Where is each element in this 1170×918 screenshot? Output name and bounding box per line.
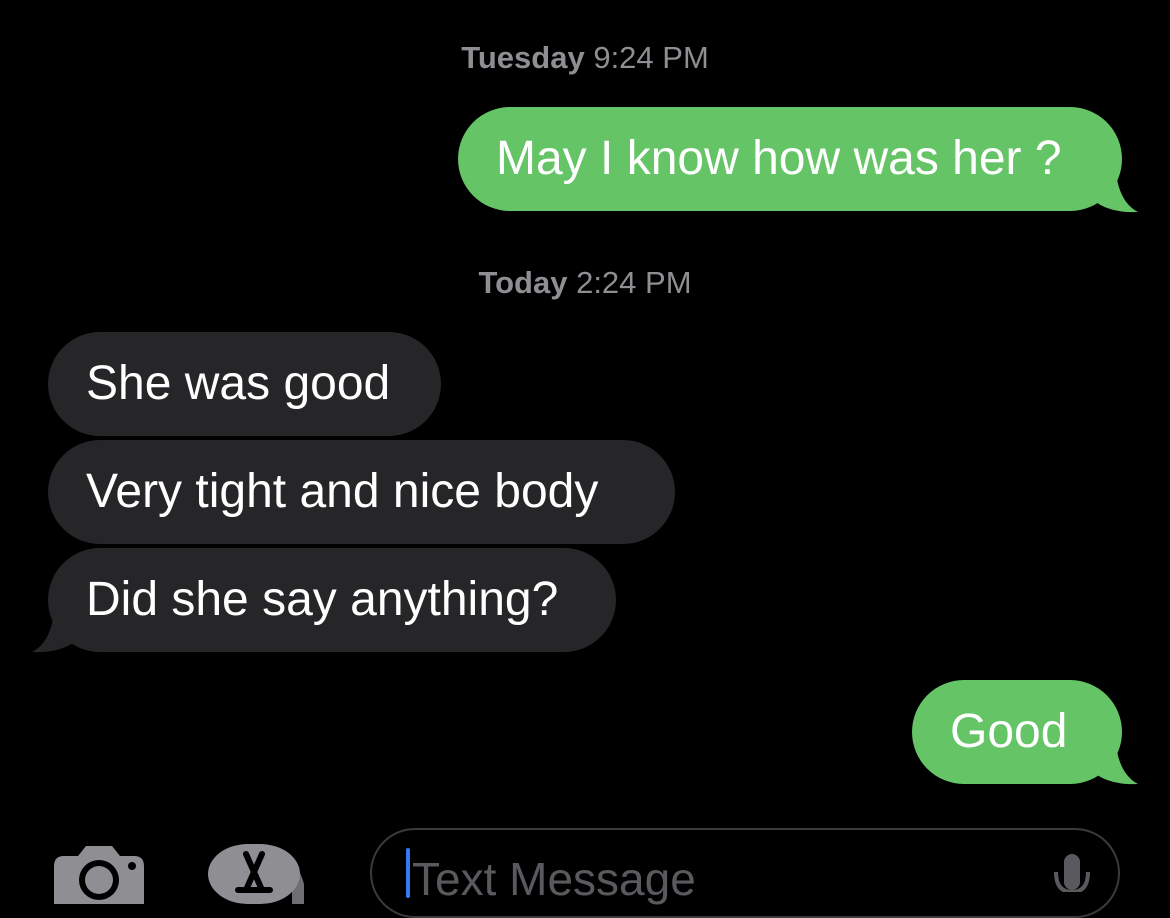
- timestamp-time: 9:24 PM: [593, 40, 709, 75]
- message-composer-bar: Text Message: [0, 820, 1170, 918]
- app-store-icon[interactable]: [208, 844, 320, 904]
- sent-bubble-tail: [1088, 172, 1138, 213]
- text-caret: [406, 848, 410, 898]
- message-text: She was good: [86, 357, 391, 410]
- timestamp-day: Tuesday: [461, 40, 585, 75]
- timestamp-time: 2:24 PM: [576, 265, 692, 300]
- timestamp: Tuesday 9:24 PM: [0, 40, 1170, 76]
- microphone-icon[interactable]: [1052, 852, 1092, 892]
- received-message-bubble[interactable]: Did she say anything?: [48, 548, 616, 652]
- received-message-bubble[interactable]: She was good: [48, 332, 441, 436]
- timestamp-day: Today: [478, 265, 568, 300]
- message-text: May I know how was her ?: [496, 132, 1062, 185]
- sent-bubble-tail: [1088, 744, 1138, 785]
- message-text: Very tight and nice body: [86, 465, 599, 518]
- message-input[interactable]: Text Message: [370, 828, 1120, 918]
- received-bubble-tail: [32, 612, 82, 653]
- camera-icon[interactable]: [54, 844, 144, 904]
- message-text: Good: [950, 705, 1068, 758]
- received-message-bubble[interactable]: Very tight and nice body: [48, 440, 675, 544]
- message-input-placeholder: Text Message: [412, 853, 696, 905]
- timestamp: Today 2:24 PM: [0, 265, 1170, 301]
- sent-message-bubble[interactable]: May I know how was her ?: [458, 107, 1122, 211]
- message-text: Did she say anything?: [86, 573, 559, 626]
